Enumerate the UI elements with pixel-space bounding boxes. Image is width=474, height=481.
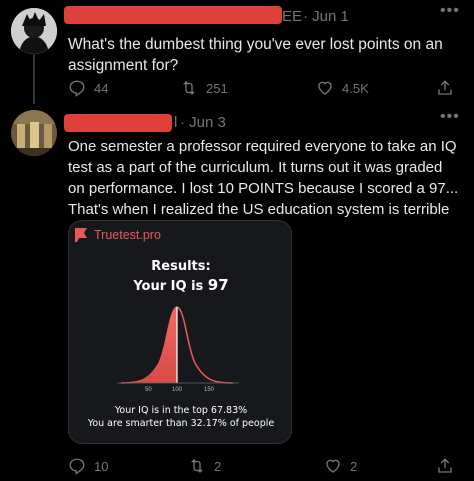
share-button[interactable] [436, 454, 454, 478]
tick-50: 50 [145, 387, 152, 393]
like-icon [326, 459, 340, 473]
avatar[interactable] [11, 8, 57, 54]
more-icon[interactable]: ••• [440, 2, 460, 20]
like-count: 2 [350, 458, 358, 474]
tweet-original[interactable]: EE · Jun 1 ••• What's the dumbest thing … [0, 0, 474, 104]
logo-text: Truetest.pro [94, 228, 161, 242]
retweet-button[interactable]: 2 [188, 454, 221, 478]
thread-line [33, 54, 35, 104]
iq-top-percent: Your IQ is in the top 67.83% [114, 405, 248, 416]
tweet-text: One semester a professor required everyo… [68, 138, 459, 218]
tick-150: 150 [204, 387, 215, 393]
reply-count: 10 [94, 458, 109, 474]
tweet-date[interactable]: · Jun 3 [180, 114, 226, 131]
results-label: Results: [151, 259, 211, 274]
redaction-bar [64, 114, 172, 132]
reply-count: 44 [94, 80, 109, 96]
reply-icon [69, 80, 85, 97]
like-icon [318, 81, 332, 95]
like-button[interactable]: 2 [324, 454, 357, 478]
reply-button[interactable]: 10 [68, 454, 108, 478]
more-icon[interactable]: ••• [440, 108, 460, 126]
iq-headline: Your IQ is 97 [69, 276, 291, 294]
truetest-logo: Truetest.pro [73, 227, 161, 243]
bell-curve [117, 306, 239, 384]
tweet-actions: 10 2 2 [64, 454, 464, 478]
share-icon [438, 80, 452, 95]
tick-100: 100 [172, 387, 183, 393]
retweet-count: 251 [206, 80, 228, 96]
iq-result-image[interactable]: Truetest.pro Results: Your IQ is 97 50 1… [68, 220, 292, 444]
redaction-bar [64, 6, 282, 24]
tweet-actions: 44 251 4.5K [64, 76, 464, 100]
like-button[interactable]: 4.5K [316, 76, 369, 100]
reply-icon [69, 458, 85, 475]
iq-prefix: Your IQ is [133, 279, 208, 294]
tweet-date[interactable]: · Jun 1 [303, 8, 349, 25]
like-count: 4.5K [342, 80, 369, 96]
reply-button[interactable]: 44 [68, 76, 108, 100]
share-button[interactable] [436, 76, 454, 100]
retweet-icon [183, 81, 195, 95]
share-icon [438, 458, 452, 473]
retweet-count: 2 [214, 458, 222, 474]
iq-value: 97 [207, 276, 229, 294]
flag-logo-icon [75, 228, 87, 242]
tweet-text: What's the dumbest thing you've ever los… [68, 36, 443, 74]
author-handle[interactable]: EE [282, 8, 302, 25]
avatar[interactable] [11, 110, 57, 156]
retweet-button[interactable]: 251 [180, 76, 228, 100]
retweet-icon [191, 459, 203, 473]
iq-smarter-percent: You are smarter than 32.17% of people [87, 418, 275, 429]
author-handle[interactable]: l [174, 114, 177, 131]
tweet-reply[interactable]: l · Jun 3 ••• One semester a professor r… [0, 104, 474, 481]
